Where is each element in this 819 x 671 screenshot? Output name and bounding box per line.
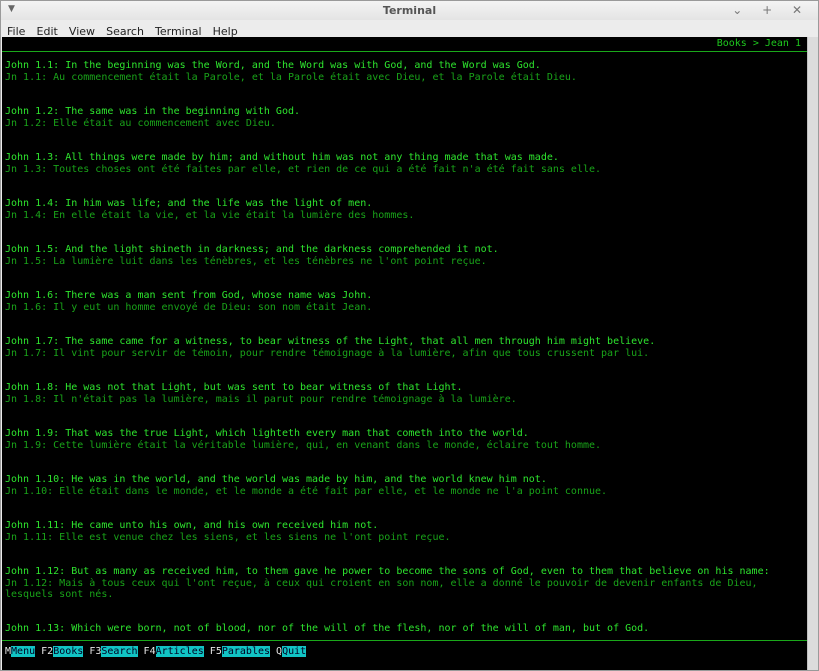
verse-item: John 1.4: In him was life; and the life … (5, 198, 805, 244)
verse-en: John 1.5: And the light shineth in darkn… (5, 244, 499, 255)
verse-fr: Jn 1.1: Au commencement était la Parole,… (5, 71, 577, 83)
fkey-articles-label[interactable]: Articles (155, 646, 204, 657)
verse-fr: Jn 1.11: Elle est venue chez les siens, … (5, 531, 451, 543)
terminal-scrollbar[interactable] (807, 37, 818, 670)
fkey-parables-key: F5 (209, 646, 222, 657)
verse-en: John 1.1: In the beginning was the Word,… (5, 60, 541, 71)
verse-en: John 1.2: The same was in the beginning … (5, 106, 301, 117)
verse-en: John 1.9: That was the true Light, which… (5, 428, 529, 439)
verse-en: John 1.4: In him was life; and the life … (5, 198, 373, 209)
fkey-search-key: F3 (89, 646, 102, 657)
verse-en: John 1.8: He was not that Light, but was… (5, 382, 463, 393)
verse-list: John 1.1: In the beginning was the Word,… (5, 60, 805, 669)
verse-item: John 1.1: In the beginning was the Word,… (5, 60, 805, 106)
fkey-quit-label[interactable]: Quit (282, 646, 307, 657)
footer-divider (2, 640, 807, 641)
header-divider (2, 51, 807, 52)
verse-en: John 1.13: Which were born, not of blood… (5, 623, 650, 634)
verse-item: John 1.2: The same was in the beginning … (5, 106, 805, 152)
verse-fr: Jn 1.7: Il vint pour servir de témoin, p… (5, 347, 650, 359)
verse-item: John 1.6: There was a man sent from God,… (5, 290, 805, 336)
verse-en: John 1.3: All things were made by him; a… (5, 152, 559, 163)
fkey-articles-key: F4 (143, 646, 156, 657)
verse-fr: Jn 1.2: Elle était au commencement avec … (5, 117, 276, 129)
verse-en: John 1.7: The same came for a witness, t… (5, 336, 656, 347)
window-title: Terminal (382, 4, 437, 17)
verse-item: John 1.5: And the light shineth in darkn… (5, 244, 805, 290)
verse-en: John 1.6: There was a man sent from God,… (5, 290, 373, 301)
verse-fr: Jn 1.5: La lumière luit dans les ténèbre… (5, 255, 487, 267)
verse-item: John 1.12: But as many as received him, … (5, 566, 805, 623)
verse-en: John 1.12: But as many as received him, … (5, 566, 770, 577)
function-key-bar: MMenu F2Books F3Search F4Articles F5Para… (5, 646, 307, 658)
verse-item: John 1.8: He was not that Light, but was… (5, 382, 805, 428)
fkey-parables-label[interactable]: Parables (221, 646, 271, 657)
menu-bar: File Edit View Search Terminal Help (1, 20, 818, 38)
verse-item: John 1.11: He came unto his own, and his… (5, 520, 805, 566)
breadcrumb: Books > Jean 1 (716, 38, 801, 49)
verse-fr: Jn 1.12: Mais à tous ceux qui l'ont reçu… (5, 577, 758, 601)
terminal-area[interactable]: Books > Jean 1 John 1.1: In the beginnin… (2, 37, 807, 670)
fkey-menu-label[interactable]: Menu (11, 646, 36, 657)
verse-item: John 1.7: The same came for a witness, t… (5, 336, 805, 382)
title-bar[interactable]: ▼ Terminal ⌄ + ✕ (1, 1, 818, 20)
verse-fr: Jn 1.6: Il y eut un homme envoyé de Dieu… (5, 301, 373, 313)
fkey-books-key: F2 (41, 646, 54, 657)
verse-en: John 1.11: He came unto his own, and his… (5, 520, 379, 531)
verse-item: John 1.3: All things were made by him; a… (5, 152, 805, 198)
fkey-search-label[interactable]: Search (101, 646, 138, 657)
verse-item: John 1.9: That was the true Light, which… (5, 428, 805, 474)
verse-fr: Jn 1.9: Cette lumière était la véritable… (5, 439, 602, 451)
verse-en: John 1.10: He was in the world, and the … (5, 474, 547, 485)
fkey-books-label[interactable]: Books (53, 646, 84, 657)
verse-fr: Jn 1.4: En elle était la vie, et la vie … (5, 209, 415, 221)
window-controls[interactable]: ⌄ + ✕ (732, 3, 810, 17)
verse-fr: Jn 1.3: Toutes choses ont été faites par… (5, 163, 602, 175)
terminal-window: ▼ Terminal ⌄ + ✕ File Edit View Search T… (0, 0, 819, 671)
verse-fr: Jn 1.8: Il n'était pas la lumière, mais … (5, 393, 517, 405)
verse-item: John 1.10: He was in the world, and the … (5, 474, 805, 520)
verse-fr: Jn 1.10: Elle était dans le monde, et le… (5, 485, 608, 497)
